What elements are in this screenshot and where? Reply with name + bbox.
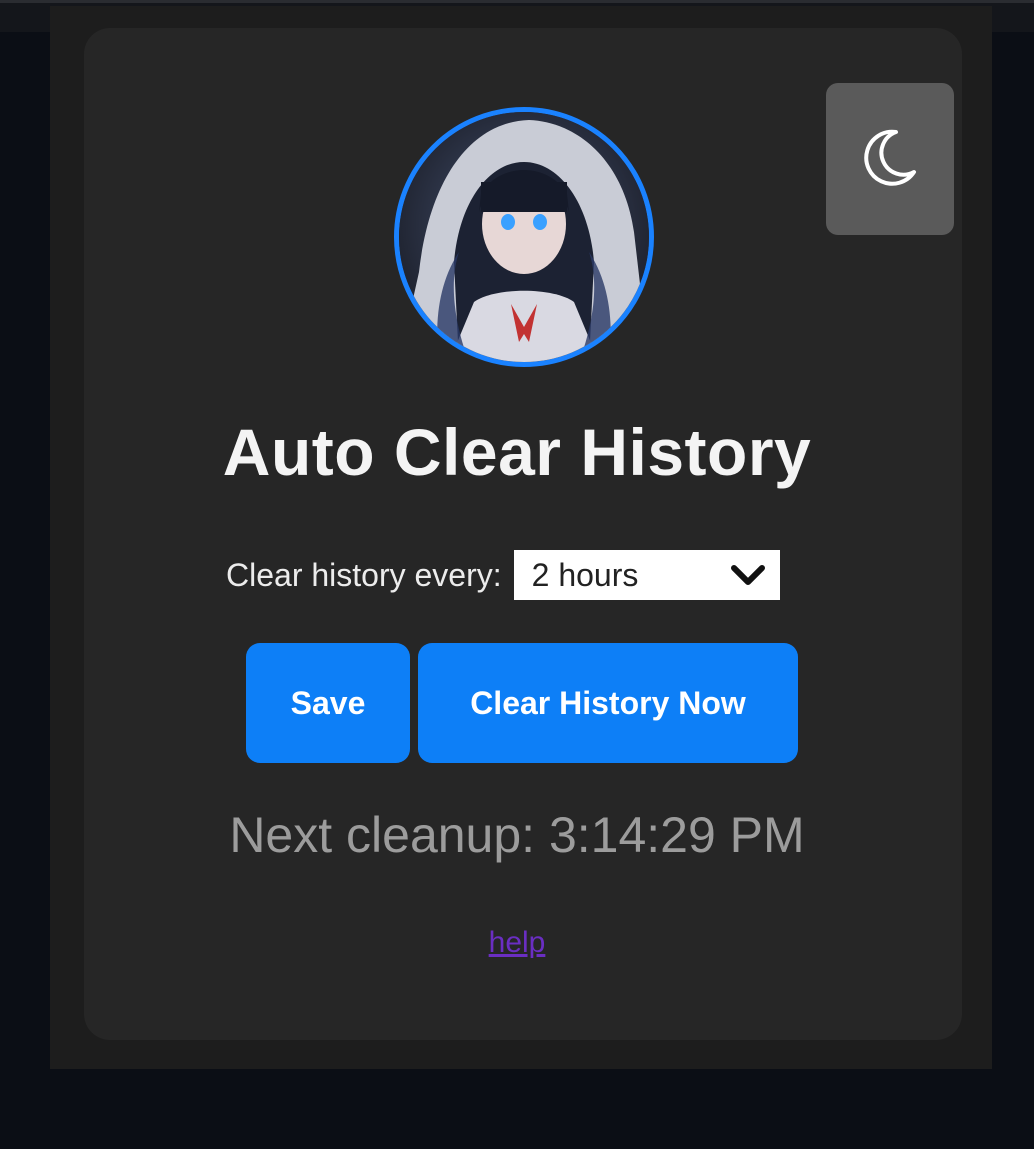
chevron-down-icon bbox=[730, 563, 766, 592]
save-button[interactable]: Save bbox=[246, 643, 410, 763]
avatar bbox=[394, 107, 654, 367]
next-cleanup-status: Next cleanup: 3:14:29 PM bbox=[229, 807, 805, 863]
help-link[interactable]: help bbox=[0, 926, 1034, 960]
theme-toggle-button[interactable] bbox=[826, 83, 954, 235]
moon-icon bbox=[862, 126, 918, 193]
interval-select[interactable]: 2 hours bbox=[513, 550, 780, 600]
clear-history-now-button[interactable]: Clear History Now bbox=[418, 643, 798, 763]
page-title: Auto Clear History bbox=[222, 415, 812, 489]
interval-select-value: 2 hours bbox=[531, 556, 639, 593]
interval-label: Clear history every: bbox=[226, 556, 502, 593]
interval-setting: Clear history every: 2 hours bbox=[226, 548, 780, 602]
